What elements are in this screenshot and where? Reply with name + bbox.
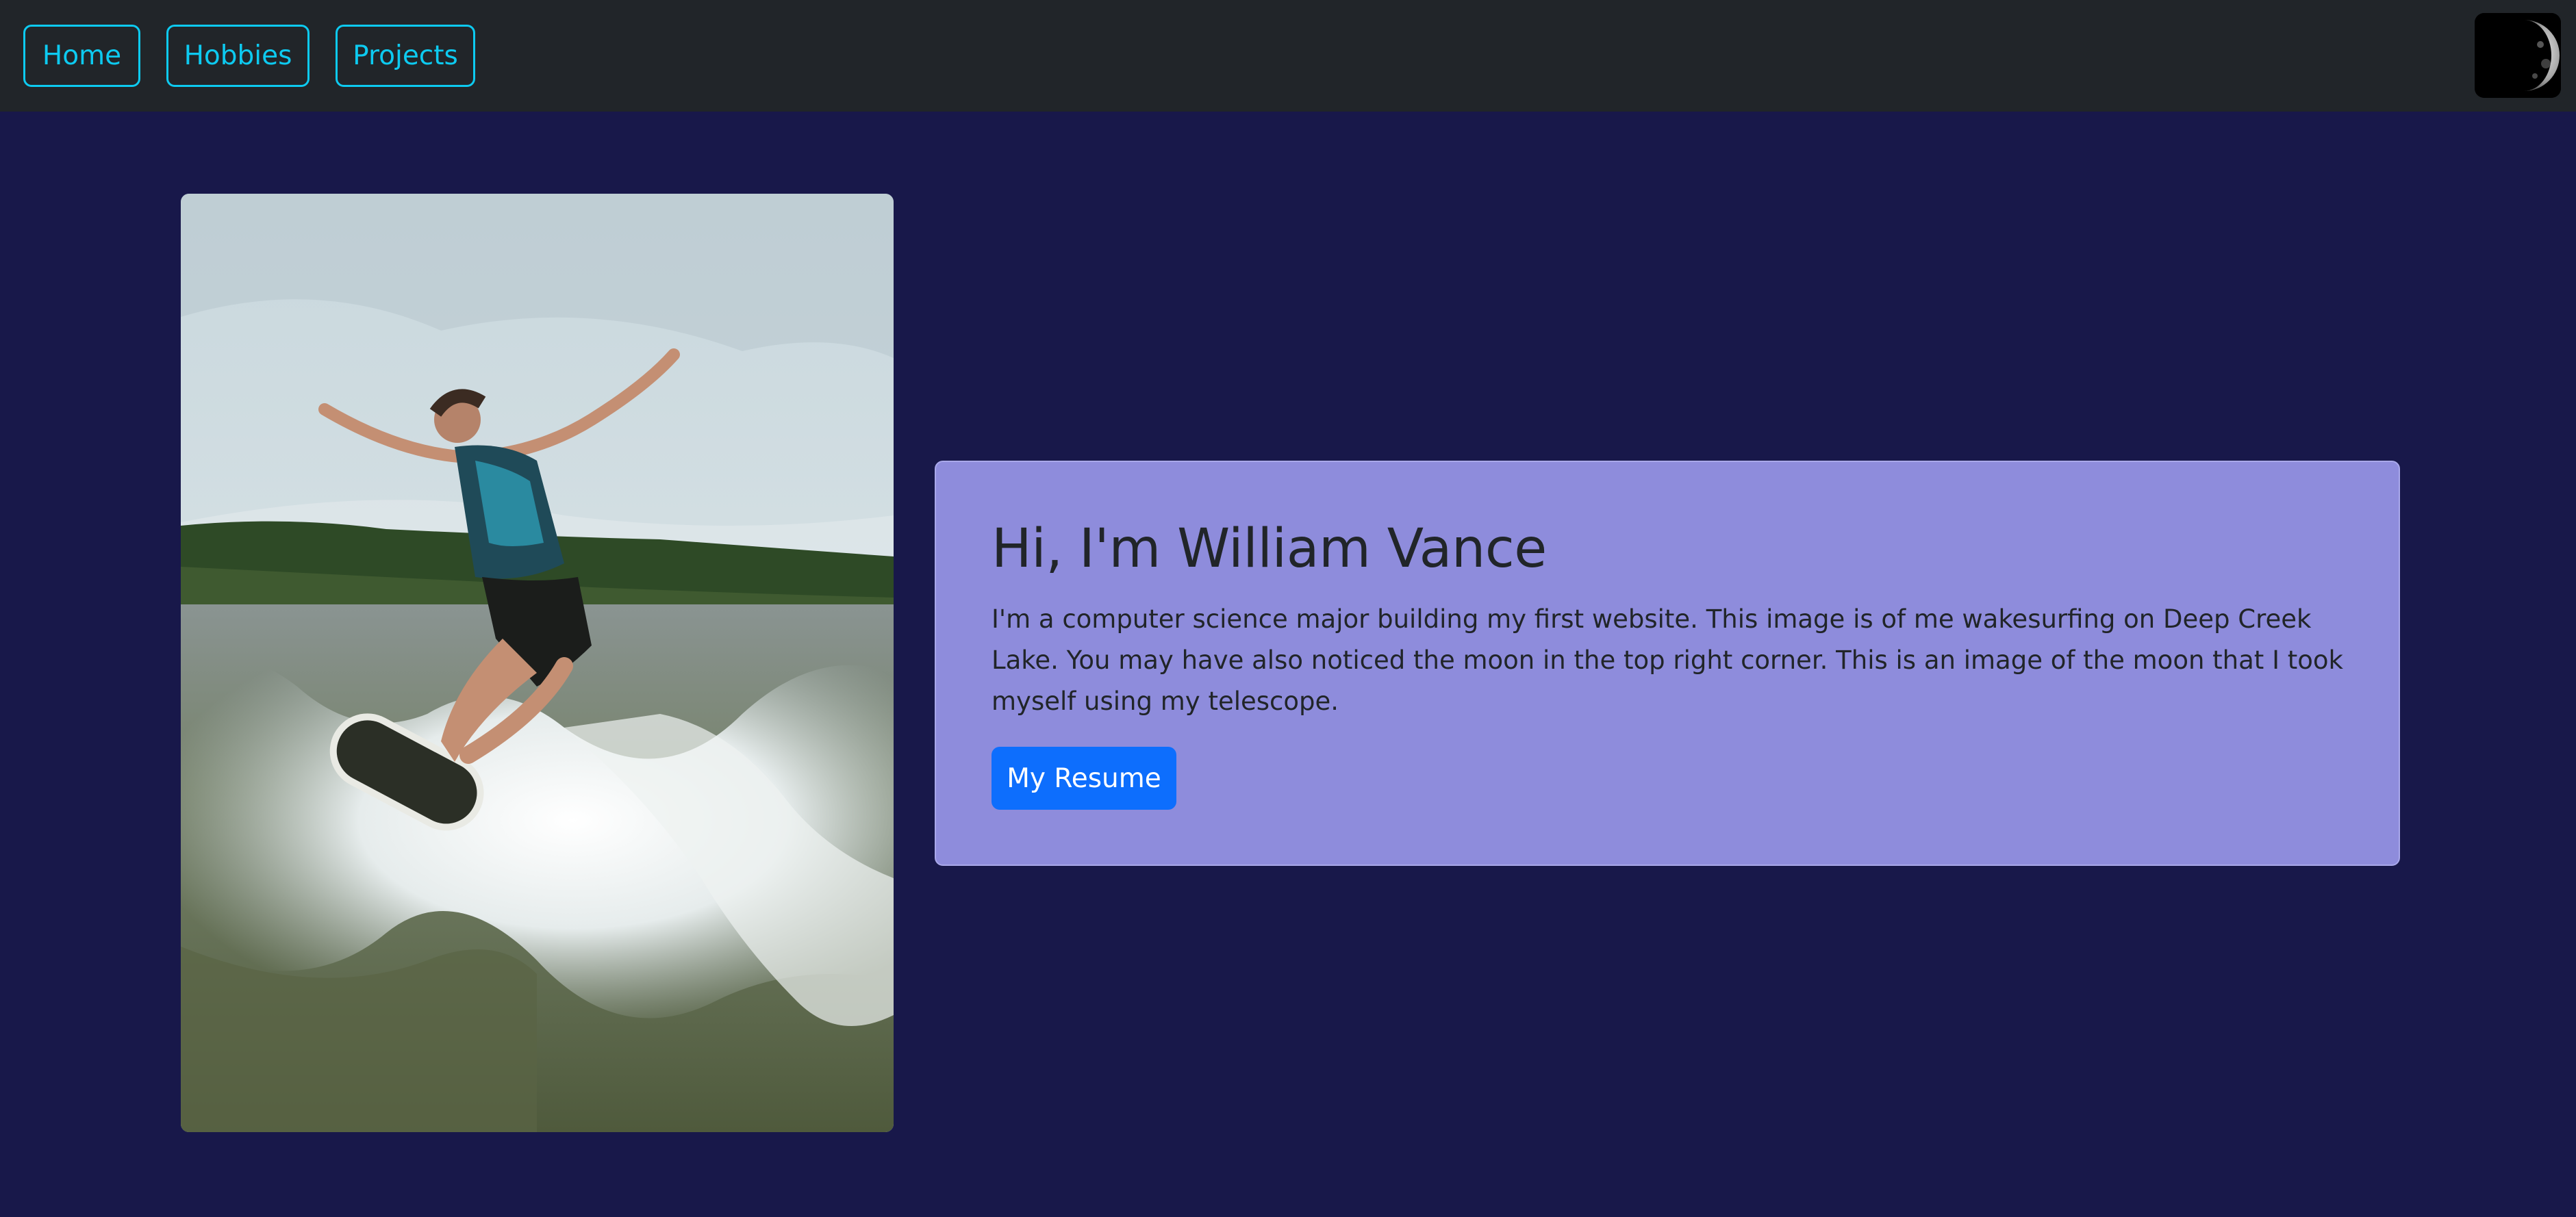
moon-icon xyxy=(2475,13,2561,98)
nav-home-button[interactable]: Home xyxy=(23,25,140,87)
moon-image[interactable] xyxy=(2475,13,2561,98)
top-navbar: Home Hobbies Projects xyxy=(0,0,2576,112)
nav-hobbies-button[interactable]: Hobbies xyxy=(166,25,310,87)
wakesurfing-photo xyxy=(181,194,894,1132)
intro-heading: Hi, I'm William Vance xyxy=(992,518,1547,580)
nav-projects-button[interactable]: Projects xyxy=(336,25,475,87)
intro-body: I'm a computer science major building my… xyxy=(992,604,2343,716)
intro-card: Hi, I'm William Vance I'm a computer sci… xyxy=(935,461,2400,866)
resume-button[interactable]: My Resume xyxy=(992,747,1176,810)
